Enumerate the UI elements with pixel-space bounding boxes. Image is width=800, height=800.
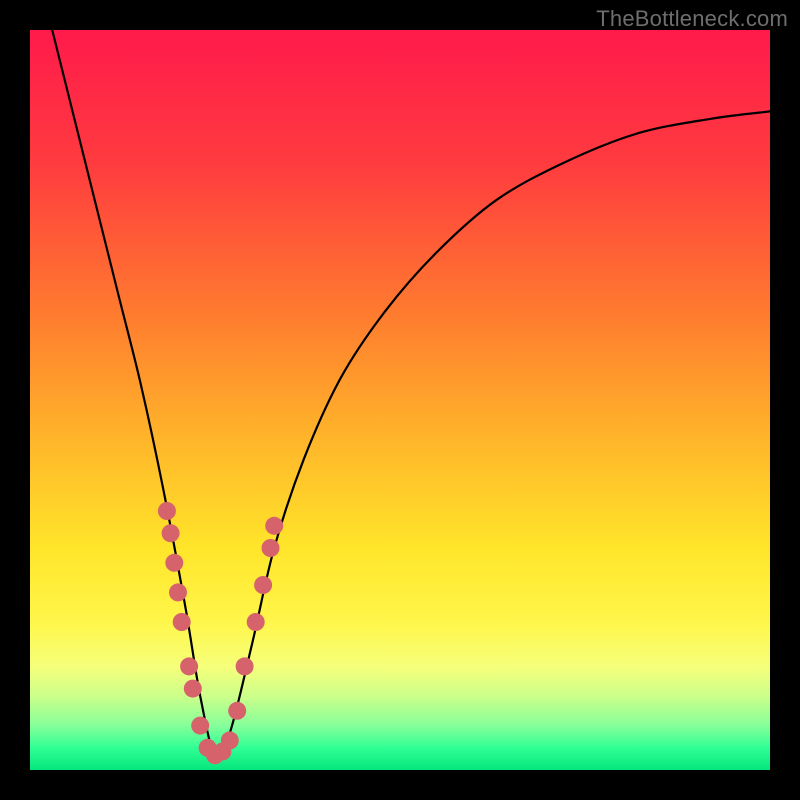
chart-frame: TheBottleneck.com bbox=[0, 0, 800, 800]
highlight-dot bbox=[165, 554, 183, 572]
highlight-dot bbox=[247, 613, 265, 631]
highlight-dot bbox=[158, 502, 176, 520]
highlight-dot bbox=[184, 680, 202, 698]
bottleneck-curve bbox=[52, 30, 770, 757]
highlight-dot bbox=[169, 583, 187, 601]
highlight-dot bbox=[236, 657, 254, 675]
highlight-dot bbox=[254, 576, 272, 594]
highlight-dot bbox=[265, 517, 283, 535]
curve-layer bbox=[30, 30, 770, 770]
highlight-dot bbox=[221, 731, 239, 749]
highlight-dots-group bbox=[158, 502, 283, 764]
highlight-dot bbox=[228, 702, 246, 720]
highlight-dot bbox=[262, 539, 280, 557]
plot-area bbox=[30, 30, 770, 770]
highlight-dot bbox=[162, 524, 180, 542]
highlight-dot bbox=[180, 657, 198, 675]
watermark-text: TheBottleneck.com bbox=[596, 6, 788, 32]
highlight-dot bbox=[173, 613, 191, 631]
highlight-dot bbox=[191, 717, 209, 735]
